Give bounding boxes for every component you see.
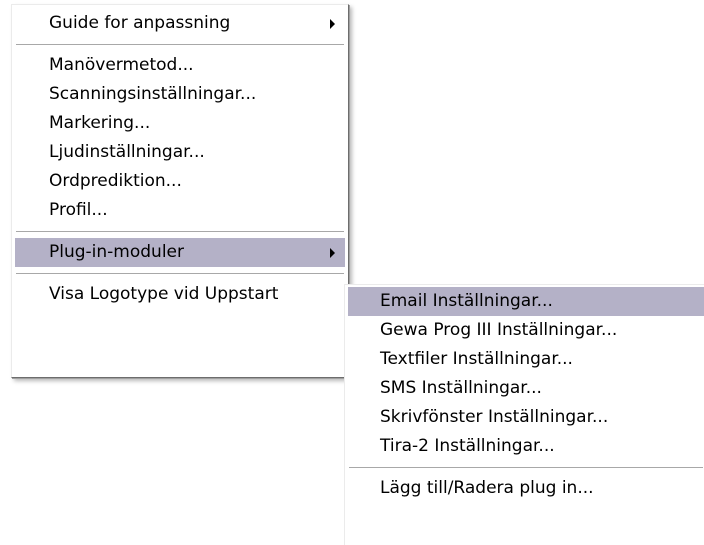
submenu-item-tira-2[interactable]: Tira-2 Inställningar... (348, 432, 704, 461)
menu-separator (348, 461, 704, 474)
menu-item-label: Lägg till/Radera plug in... (380, 478, 594, 498)
menu-item-ordprediktion[interactable]: Ordprediktion... (15, 167, 345, 196)
menu-item-label: Tira-2 Inställningar... (380, 436, 555, 456)
submenu-arrow-icon (330, 248, 335, 258)
menu-item-label: Markering... (49, 113, 151, 133)
menu-item-label: Profil... (49, 200, 108, 220)
menu-item-scanningsinstallningar[interactable]: Scanningsinställningar... (15, 80, 345, 109)
submenu-item-textfiler[interactable]: Textfiler Inställningar... (348, 345, 704, 374)
submenu-item-sms[interactable]: SMS Inställningar... (348, 374, 704, 403)
menu-separator (15, 38, 345, 51)
menu-item-visa-logotype[interactable]: Visa Logotype vid Uppstart (15, 280, 345, 309)
menu-item-label: Ordprediktion... (49, 171, 182, 191)
menu-item-label: Ljudinställningar... (49, 142, 205, 162)
menu-item-label: Manövermetod... (49, 55, 194, 75)
submenu-item-gewa-prog[interactable]: Gewa Prog III Inställningar... (348, 316, 704, 345)
menu-item-label: SMS Inställningar... (380, 378, 542, 398)
plug-in-submenu: Email Inställningar... Gewa Prog III Ins… (344, 284, 704, 545)
menu-item-label: Email Inställningar... (380, 291, 553, 311)
menu-item-guide-for-anpassning[interactable]: Guide for anpassning (15, 9, 345, 38)
menu-item-label: Gewa Prog III Inställningar... (380, 320, 618, 340)
menu-item-label: Scanningsinställningar... (49, 84, 257, 104)
menu-item-label: Skrivfönster Inställningar... (380, 407, 609, 427)
menu-item-ljudinstallningar[interactable]: Ljudinställningar... (15, 138, 345, 167)
menu-item-markering[interactable]: Markering... (15, 109, 345, 138)
submenu-item-lagg-till-radera[interactable]: Lägg till/Radera plug in... (348, 474, 704, 503)
menu-separator (15, 267, 345, 280)
menu-separator (15, 225, 345, 238)
menu-item-profil[interactable]: Profil... (15, 196, 345, 225)
submenu-arrow-icon (330, 19, 335, 29)
menu-item-label: Visa Logotype vid Uppstart (49, 284, 279, 304)
menu-item-manovermetod[interactable]: Manövermetod... (15, 51, 345, 80)
context-menu: Guide for anpassning Manövermetod... Sca… (11, 4, 349, 378)
menu-item-label: Guide for anpassning (49, 13, 231, 33)
submenu-item-skrivfonster[interactable]: Skrivfönster Inställningar... (348, 403, 704, 432)
menu-item-label: Plug-in-moduler (49, 242, 185, 262)
menu-item-plug-in-moduler[interactable]: Plug-in-moduler (15, 238, 345, 267)
menu-item-label: Textfiler Inställningar... (380, 349, 573, 369)
submenu-item-email[interactable]: Email Inställningar... (348, 287, 704, 316)
